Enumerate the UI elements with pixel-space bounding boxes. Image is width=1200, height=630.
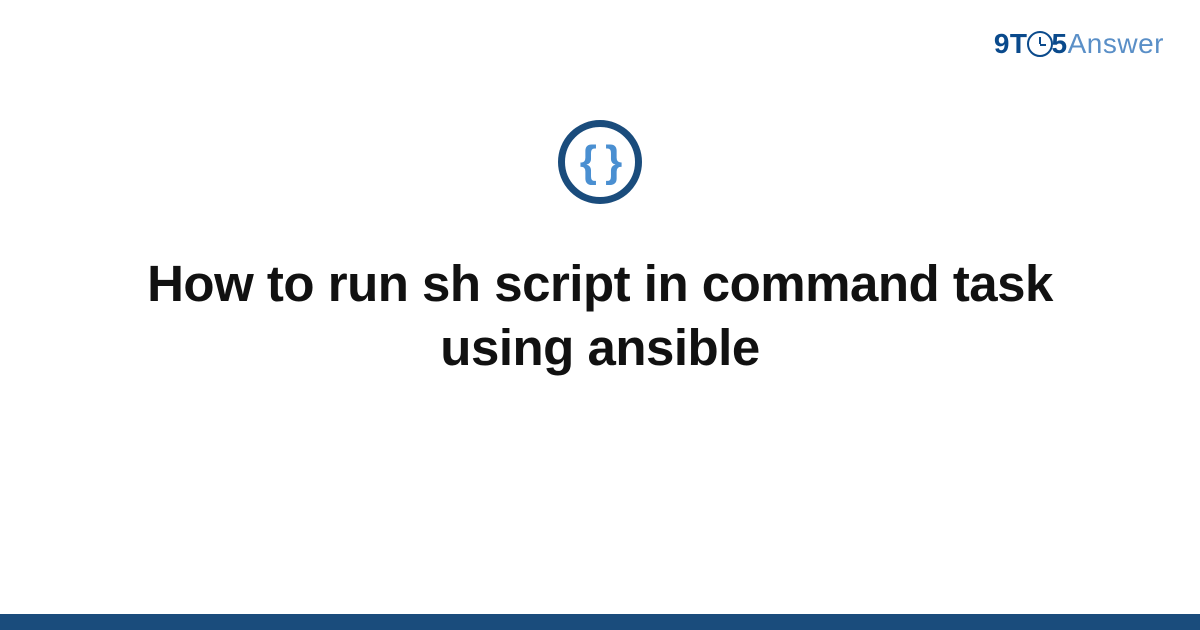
page-title: How to run sh script in command task usi…: [100, 252, 1100, 380]
clock-icon: [1027, 31, 1053, 57]
logo-text-answer: Answer: [1068, 28, 1164, 60]
code-braces-glyph: { }: [580, 140, 620, 184]
code-braces-icon: { }: [558, 120, 642, 204]
main-content: { } How to run sh script in command task…: [0, 120, 1200, 380]
footer-accent-bar: [0, 614, 1200, 630]
logo-text-9t: 9T: [994, 28, 1028, 60]
logo-text-5: 5: [1052, 28, 1068, 60]
site-logo: 9T 5 Answer: [994, 28, 1164, 60]
